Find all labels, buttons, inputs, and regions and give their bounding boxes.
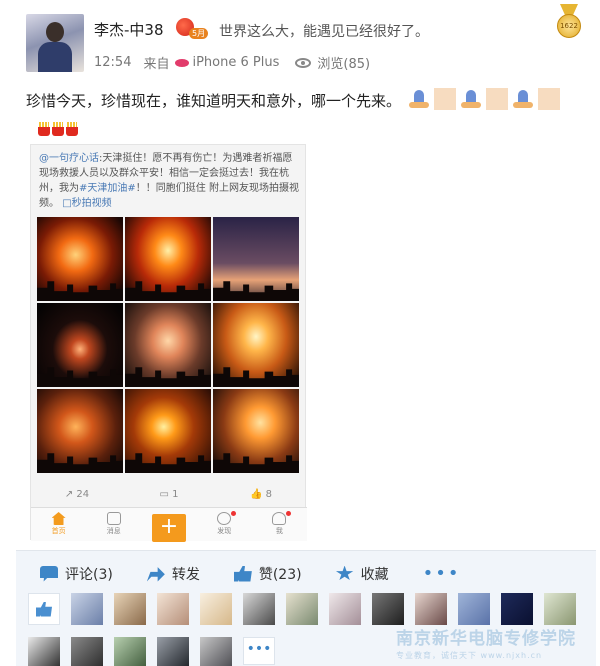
repost-label: 转发 bbox=[171, 566, 200, 583]
explosion-photo[interactable] bbox=[125, 217, 211, 301]
photo-grid bbox=[37, 217, 299, 473]
favorite-label: 收藏 bbox=[360, 566, 389, 583]
post-meta: 12:54 来自 iPhone 6 Plus 浏览(85) bbox=[94, 53, 370, 72]
explosion-photo[interactable] bbox=[213, 389, 299, 473]
like-quick-button[interactable] bbox=[28, 593, 60, 625]
liker-avatar[interactable] bbox=[28, 637, 60, 666]
like-label: 赞(23) bbox=[258, 566, 302, 583]
pray-icon bbox=[460, 88, 482, 110]
source-device[interactable]: iPhone 6 Plus bbox=[192, 55, 279, 70]
screenshot-comment-count: ▭ 1 bbox=[159, 489, 179, 500]
explosion-photo[interactable] bbox=[37, 389, 123, 473]
liker-avatar[interactable] bbox=[458, 593, 490, 625]
screenshot-tab-home: 首页 bbox=[31, 508, 86, 541]
post-text: 珍惜今天，珍惜现在，谁知道明天和意外，哪一个先来。 bbox=[26, 92, 402, 110]
emoji-row bbox=[408, 88, 560, 110]
pray-icon bbox=[408, 88, 430, 110]
favorite-button[interactable]: 收藏 bbox=[335, 564, 389, 584]
explosion-photo[interactable] bbox=[125, 389, 211, 473]
medal-icon[interactable]: 1622 bbox=[554, 4, 584, 40]
like-button[interactable]: 赞(23) bbox=[233, 564, 302, 584]
fries-emoji-row bbox=[38, 122, 78, 136]
liker-avatar[interactable] bbox=[415, 593, 447, 625]
medal-label: 1622 bbox=[557, 14, 581, 38]
explosion-photo[interactable] bbox=[37, 303, 123, 387]
video-link[interactable]: □秒拍视频 bbox=[62, 198, 111, 209]
liker-avatar[interactable] bbox=[71, 637, 103, 666]
liker-avatar[interactable] bbox=[329, 593, 361, 625]
repost-hashtag[interactable]: #天津加油# bbox=[79, 183, 136, 194]
search-icon bbox=[217, 512, 232, 525]
embedded-screenshot[interactable]: @一句疗心话:天津挺住！愿不再有伤亡！为遇难者祈福愿现场救援人员以及群众平安！相… bbox=[30, 144, 307, 542]
screenshot-tab-profile: 我 bbox=[252, 508, 307, 541]
watermark: 南京新华电脑专修学院 专业教育，诚信天下 www.njxh.cn bbox=[396, 624, 576, 661]
mail-icon bbox=[106, 512, 121, 525]
home-icon bbox=[51, 512, 66, 525]
liker-avatar[interactable] bbox=[501, 593, 533, 625]
plus-icon: + bbox=[152, 514, 186, 542]
fries-icon bbox=[38, 122, 50, 136]
screenshot-tab-add: + bbox=[141, 508, 196, 542]
explosion-photo[interactable] bbox=[213, 217, 299, 301]
screenshot-tab-messages: 消息 bbox=[86, 508, 141, 541]
username[interactable]: 李杰-中38 bbox=[94, 19, 164, 40]
repost-author[interactable]: @一句疗心话 bbox=[39, 153, 99, 164]
liker-avatar[interactable] bbox=[243, 593, 275, 625]
liker-avatar[interactable] bbox=[200, 593, 232, 625]
user-avatar[interactable] bbox=[26, 14, 84, 72]
liker-avatar[interactable] bbox=[544, 593, 576, 625]
likers-row bbox=[28, 593, 576, 625]
comment-label: 评论(3) bbox=[65, 566, 113, 583]
more-actions-button[interactable]: ••• bbox=[423, 563, 461, 584]
liker-avatar[interactable] bbox=[157, 637, 189, 666]
explosion-photo[interactable] bbox=[213, 303, 299, 387]
thumbs-up-icon bbox=[36, 601, 52, 617]
screenshot-like-count: 👍 8 bbox=[249, 489, 272, 500]
emoji-placeholder bbox=[538, 88, 560, 110]
explosion-photo[interactable] bbox=[125, 303, 211, 387]
watermark-sub: 专业教育，诚信天下 www.njxh.cn bbox=[396, 651, 543, 660]
star-icon bbox=[335, 565, 354, 581]
fries-icon bbox=[66, 122, 78, 136]
person-icon bbox=[272, 512, 287, 525]
comment-button[interactable]: 评论(3) bbox=[40, 564, 113, 584]
liker-avatar[interactable] bbox=[200, 637, 232, 666]
liker-avatar[interactable] bbox=[286, 593, 318, 625]
fries-icon bbox=[52, 122, 64, 136]
liker-avatar[interactable] bbox=[372, 593, 404, 625]
liker-avatar[interactable] bbox=[114, 593, 146, 625]
screenshot-counts: ↗ 24 ▭ 1 👍 8 bbox=[31, 489, 307, 500]
source-prefix: 来自 bbox=[143, 57, 170, 72]
eye-icon bbox=[295, 57, 312, 68]
repost-icon bbox=[146, 567, 165, 582]
explosion-photo[interactable] bbox=[37, 217, 123, 301]
lips-icon bbox=[175, 58, 190, 67]
repost-text: @一句疗心话:天津挺住！愿不再有伤亡！为遇难者祈福愿现场救援人员以及群众平安！相… bbox=[39, 151, 301, 211]
likers-row: ••• bbox=[28, 637, 275, 666]
action-bar: 评论(3) 转发 赞(23) 收藏 ••• bbox=[40, 563, 494, 584]
screenshot-tabbar: 首页 消息 + 发现 我 bbox=[31, 507, 307, 542]
screenshot-tab-discover: 发现 bbox=[197, 508, 252, 541]
screenshot-repost-count: ↗ 24 bbox=[64, 489, 90, 500]
emoji-placeholder bbox=[434, 88, 456, 110]
liker-avatar[interactable] bbox=[71, 593, 103, 625]
post-time: 12:54 bbox=[94, 55, 132, 70]
view-count: 浏览(85) bbox=[317, 57, 371, 72]
user-signature: 世界这么大，能遇见已经很好了。 bbox=[219, 24, 429, 40]
emoji-placeholder bbox=[486, 88, 508, 110]
watermark-main: 南京新华电脑专修学院 bbox=[396, 629, 576, 649]
comment-icon bbox=[40, 565, 58, 582]
repost-button[interactable]: 转发 bbox=[146, 564, 200, 584]
level-badge: 5月 bbox=[189, 28, 209, 39]
liker-avatar[interactable] bbox=[157, 593, 189, 625]
weibo-post-card: 李杰-中38 5月 世界这么大，能遇见已经很好了。 1622 12:54 来自 … bbox=[16, 4, 596, 550]
liker-avatar[interactable] bbox=[114, 637, 146, 666]
pray-icon bbox=[512, 88, 534, 110]
thumbs-up-icon bbox=[233, 565, 252, 582]
more-likers-button[interactable]: ••• bbox=[243, 637, 275, 665]
